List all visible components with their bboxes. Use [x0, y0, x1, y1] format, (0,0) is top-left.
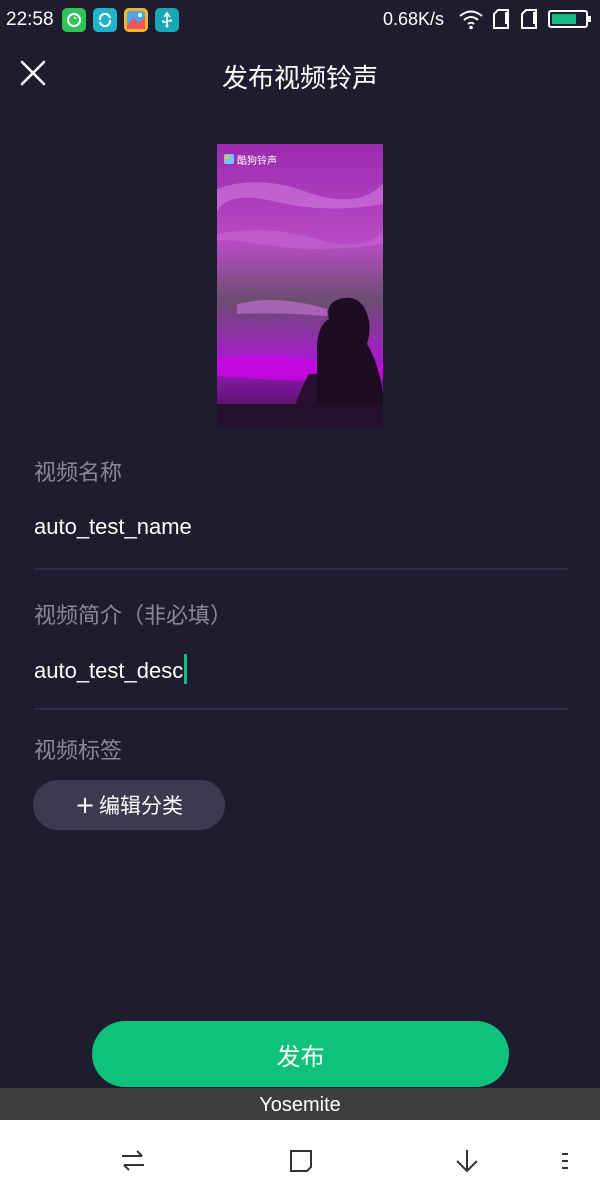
divider: [34, 568, 568, 570]
refresh-app-icon: [62, 8, 86, 32]
battery-icon: [548, 10, 591, 28]
video-name-input[interactable]: auto_test_name: [34, 514, 192, 540]
edit-category-label: 编辑分类: [99, 794, 184, 818]
divider: [34, 708, 568, 710]
system-nav-bar: [0, 1120, 600, 1200]
video-name-label: 视频名称: [34, 461, 123, 486]
usb-icon: [155, 8, 179, 32]
wifi-icon: [459, 10, 483, 30]
plus-icon: +: [74, 791, 96, 819]
video-desc-label: 视频简介（非必填）: [34, 604, 233, 629]
menu-button[interactable]: [556, 1146, 576, 1176]
menu-icon: [562, 1153, 568, 1169]
status-time: 22:58: [6, 9, 54, 30]
video-preview-thumbnail[interactable]: 酷狗铃声: [217, 144, 383, 428]
overlay-label: Yosemite: [0, 1088, 600, 1120]
video-desc-value: auto_test_desc: [34, 658, 184, 683]
status-right: 0.68K/s: [383, 8, 592, 30]
video-tag-label: 视频标签: [34, 739, 123, 764]
page-title: 发布视频铃声: [221, 64, 378, 94]
switch-icon: [122, 1150, 144, 1171]
sim1-signal-icon: [493, 9, 509, 29]
header: 发布视频铃声: [0, 40, 600, 110]
gallery-app-icon: [124, 8, 148, 32]
status-app-icons: [62, 8, 179, 32]
switch-button[interactable]: [118, 1146, 148, 1176]
edit-category-button[interactable]: + 编辑分类: [33, 780, 225, 830]
text-cursor: [184, 654, 188, 684]
download-button[interactable]: [452, 1146, 482, 1176]
download-icon: [456, 1150, 478, 1173]
publish-button[interactable]: 发布: [92, 1021, 509, 1087]
sync-app-icon: [93, 8, 117, 32]
video-desc-input[interactable]: auto_test_desc: [34, 654, 188, 684]
home-button[interactable]: [286, 1146, 316, 1176]
sim2-signal-icon: [521, 9, 537, 29]
status-bar: 22:58 0.68K/s: [0, 0, 600, 40]
preview-watermark: 酷狗铃声: [237, 156, 277, 167]
net-speed: 0.68K/s: [382, 8, 444, 29]
square-icon: [290, 1150, 312, 1172]
